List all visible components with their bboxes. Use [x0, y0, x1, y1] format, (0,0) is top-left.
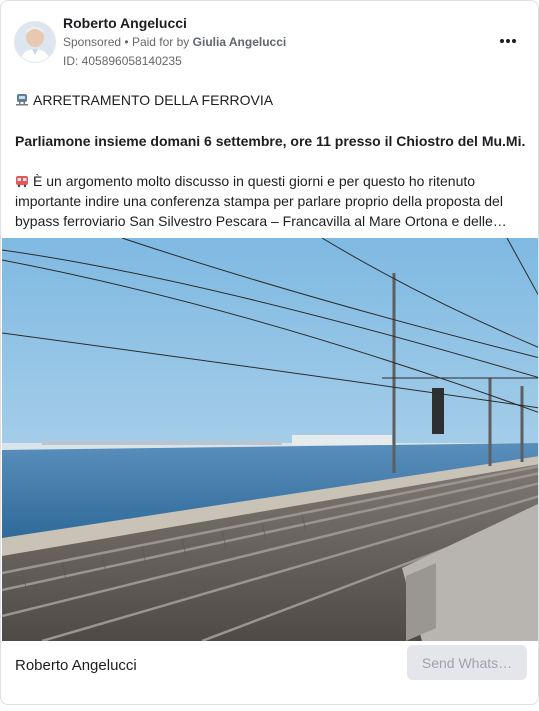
- ad-card: Roberto Angelucci Sponsored • Paid for b…: [0, 0, 539, 705]
- footer-page-name[interactable]: Roberto Angelucci: [15, 657, 137, 674]
- post-photo[interactable]: [2, 238, 539, 641]
- post-header: Roberto Angelucci Sponsored • Paid for b…: [1, 1, 538, 81]
- body-line-3[interactable]: bypass ferroviario San Silvestro Pescara…: [15, 211, 527, 231]
- more-options-icon[interactable]: [495, 28, 521, 54]
- body-line-2: importante indire una conferenza stampa …: [15, 193, 503, 209]
- post-body: È un argomento molto discusso in questi …: [15, 171, 527, 231]
- railway-track-emoji: [16, 94, 28, 106]
- library-id: ID: 405896058140235: [63, 54, 182, 68]
- sponsored-line: Sponsored • Paid for by Giulia Angelucci: [63, 35, 287, 49]
- post-bold-line: Parliamone insieme domani 6 settembre, o…: [15, 133, 526, 149]
- sponsored-label: Sponsored: [63, 35, 122, 49]
- train-emoji: [16, 176, 28, 188]
- post-headline: ARRETRAMENTO DELLA FERROVIA: [15, 90, 527, 110]
- send-whatsapp-button[interactable]: Send Whats…: [407, 645, 527, 680]
- headline-text: ARRETRAMENTO DELLA FERROVIA: [33, 92, 274, 108]
- payer-name[interactable]: Giulia Angelucci: [193, 35, 287, 49]
- paid-for-label: Paid for by: [131, 35, 190, 49]
- body-line-1: È un argomento molto discusso in questi …: [15, 171, 527, 191]
- body-line-1-text: È un argomento molto discusso in questi …: [33, 173, 476, 189]
- author-avatar[interactable]: [14, 21, 56, 63]
- author-name[interactable]: Roberto Angelucci: [63, 15, 187, 31]
